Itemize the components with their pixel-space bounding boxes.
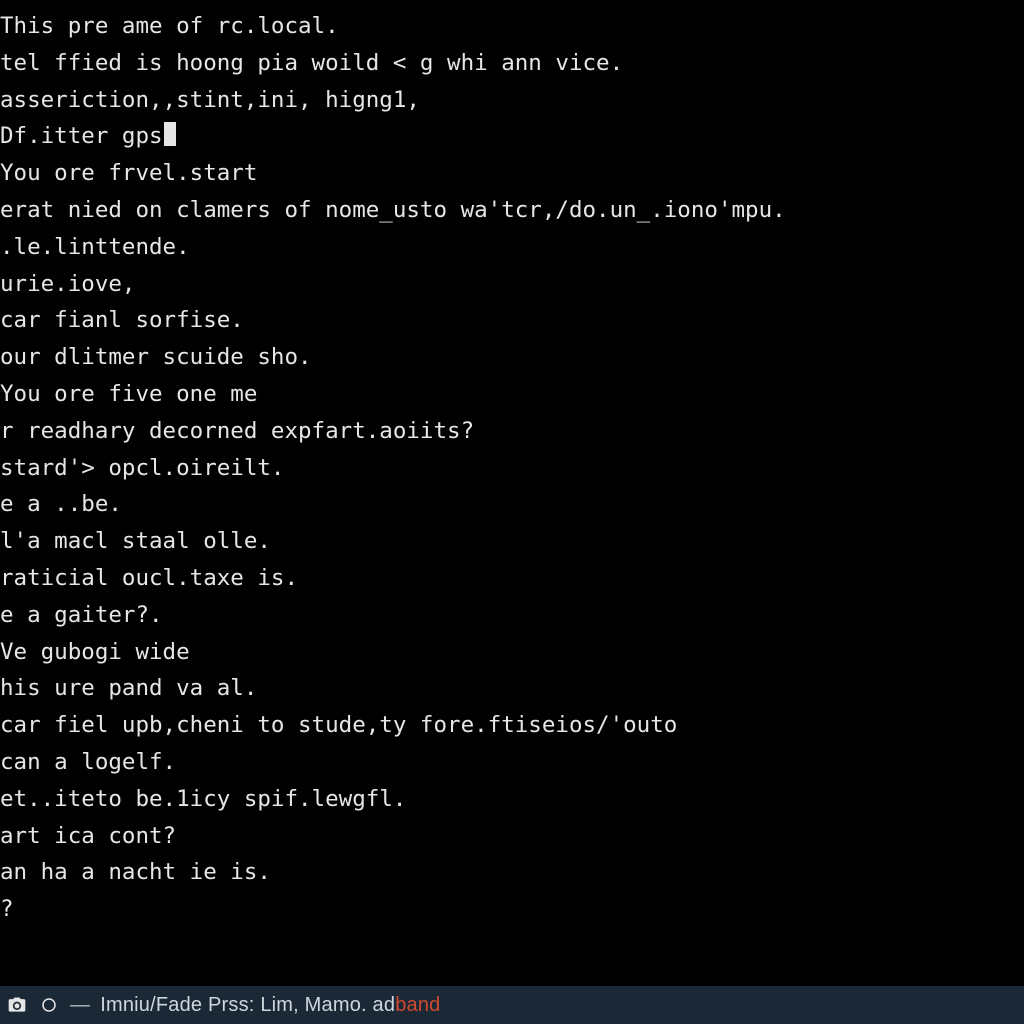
terminal-line: raticial oucl.taxe is. [0, 560, 1024, 597]
terminal-line: urie.iove, [0, 266, 1024, 303]
terminal-line: tel ffied is hoong pia woild < g whi ann… [0, 45, 1024, 82]
status-text-accent: band [395, 994, 440, 1016]
terminal-line: car fianl sorfise. [0, 302, 1024, 339]
terminal-line: You ore five one me [0, 376, 1024, 413]
terminal-line: .le.linttende. [0, 229, 1024, 266]
status-text: Imniu/Fade Prss: Lim, Mamo. adband [100, 994, 440, 1017]
terminal-line: This pre ame of rc.local. [0, 8, 1024, 45]
terminal-line: ? [0, 891, 1024, 928]
terminal-line: r readhary decorned expfart.aoiits? [0, 413, 1024, 450]
terminal-line: his ure pand va al. [0, 670, 1024, 707]
terminal-line: can a logelf. [0, 744, 1024, 781]
terminal-line: stard'> opcl.oireilt. [0, 450, 1024, 487]
terminal-line: et..iteto be.1icy spif.lewgfl. [0, 781, 1024, 818]
status-text-main: Imniu/Fade Prss: Lim, Mamo. ad [100, 994, 395, 1016]
terminal-line: Ve gubogi wide [0, 634, 1024, 671]
terminal-line: e a gaiter?. [0, 597, 1024, 634]
terminal-line: Df.itter gps [0, 118, 1024, 155]
terminal-line: erat nied on clamers of nome_usto wa'tcr… [0, 192, 1024, 229]
terminal-line: You ore frvel.start [0, 155, 1024, 192]
status-separator: — [70, 994, 90, 1017]
terminal-line: e a ..be. [0, 486, 1024, 523]
terminal-line: l'a macl staal olle. [0, 523, 1024, 560]
text-cursor [164, 122, 176, 146]
terminal-line: an ha a nacht ie is. [0, 854, 1024, 891]
camera-icon[interactable] [6, 994, 28, 1016]
terminal-line: art ica cont? [0, 818, 1024, 855]
circle-icon[interactable] [38, 994, 60, 1016]
terminal-line: asseriction,,stint,ini, higng1, [0, 82, 1024, 119]
terminal-line: car fiel upb,cheni to stude,ty fore.ftis… [0, 707, 1024, 744]
terminal-line: our dlitmer scuide sho. [0, 339, 1024, 376]
terminal-output[interactable]: This pre ame of rc.local.tel ffied is ho… [0, 0, 1024, 986]
status-bar: — Imniu/Fade Prss: Lim, Mamo. adband [0, 986, 1024, 1024]
